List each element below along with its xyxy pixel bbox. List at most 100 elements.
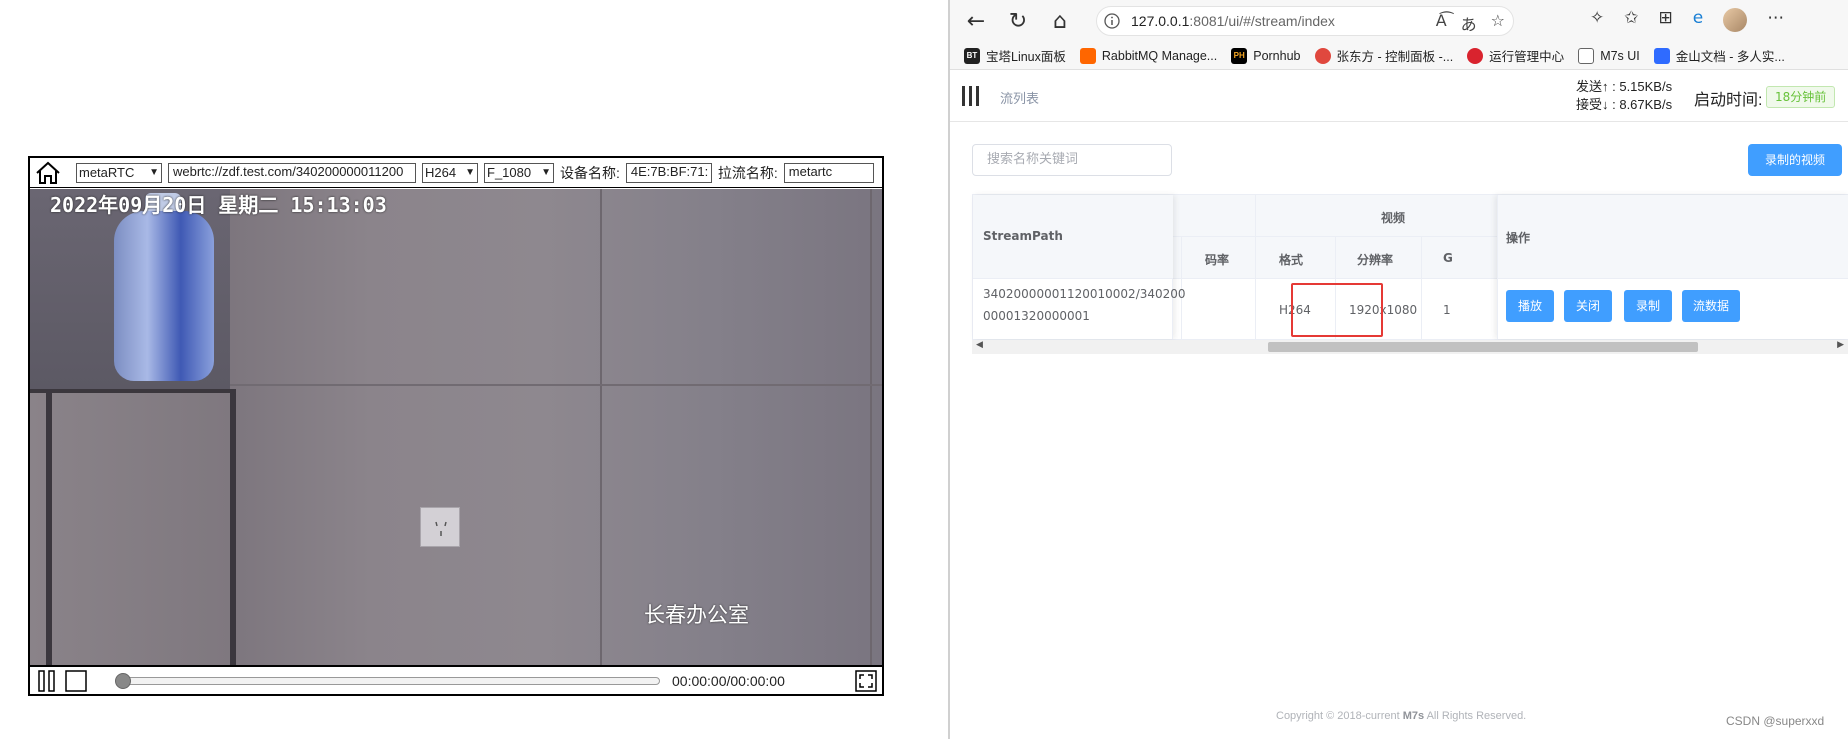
stream-name-input[interactable]: metartc — [783, 162, 874, 183]
play-button[interactable]: 播放 — [1506, 290, 1554, 322]
stream-table: 视频 码率 格式 分辨率 G H264 1920x1080 1 StreamPa… — [972, 194, 1848, 340]
bookmark-item[interactable]: 运行管理中心 — [1467, 46, 1564, 65]
stream-url-input[interactable]: webrtc://zdf.test.com/340200000011200 — [168, 162, 416, 183]
app-header: 流列表 发送↑ : 5.15KB/s 接受↓ : 8.67KB/s 启动时间: … — [950, 70, 1848, 122]
progress-knob[interactable] — [115, 672, 131, 689]
operations-column: 操作 播放 关闭 录制 流数据 — [1497, 195, 1848, 339]
bookmark-icon — [1314, 47, 1331, 64]
refresh-icon[interactable]: ↻ — [1002, 5, 1034, 37]
time-display: 00:00:00/00:00:00 — [672, 672, 785, 689]
info-icon[interactable] — [1097, 13, 1127, 29]
device-name-label: 设备名称: — [560, 164, 620, 181]
search-input[interactable]: 搜索名称关键词 — [972, 144, 1172, 176]
bookmark-item[interactable]: RabbitMQ Manage... — [1079, 47, 1217, 64]
url-path: :8081/ui/#/stream/index — [1189, 13, 1335, 29]
stream-data-button[interactable]: 流数据 — [1682, 290, 1740, 322]
page-icon — [1578, 47, 1595, 64]
footer-prefix: Copyright © 2018-current — [1276, 710, 1403, 722]
wall-seam — [230, 384, 882, 386]
edge-icon[interactable]: e — [1693, 8, 1703, 32]
bookmark-item[interactable]: BT 宝塔Linux面板 — [964, 46, 1066, 65]
bookmark-label: 张东方 - 控制面板 -... — [1336, 50, 1454, 64]
bookmark-icon — [1467, 47, 1484, 64]
cell-streampath-line2: 00001320000001 — [983, 309, 1090, 323]
quality-select[interactable]: F_1080 ▼ — [484, 162, 554, 183]
read-aloud-icon[interactable]: A͡ — [1436, 11, 1447, 35]
player-controls: 00:00:00/00:00:00 — [30, 665, 882, 694]
fullscreen-icon[interactable] — [854, 669, 878, 693]
water-bottle — [114, 211, 214, 381]
breadcrumb[interactable]: 流列表 — [1000, 88, 1039, 107]
home-icon[interactable] — [34, 159, 62, 187]
column-divider — [1255, 195, 1256, 339]
bookmark-item[interactable]: M7s UI — [1578, 47, 1640, 64]
avatar[interactable] — [1723, 8, 1748, 32]
toolbar-icons: ✧ ✩ ⊞ e ⋯ — [1590, 8, 1784, 32]
bookmark-label: 宝塔Linux面板 — [986, 50, 1066, 64]
bookmark-icon: BT — [964, 47, 980, 64]
cabinet — [30, 389, 230, 665]
pause-icon[interactable] — [35, 669, 59, 693]
bookmark-label: Pornhub — [1253, 48, 1301, 63]
url-actions: A͡ あ ☆ — [1436, 11, 1505, 35]
stream-name-label: 拉流名称: — [717, 164, 778, 181]
extensions-icon[interactable]: ✧ — [1590, 8, 1604, 32]
address-bar-row: ← ↻ ⌂ 127.0.0.1:8081/ui/#/stream/index A… — [950, 0, 1848, 42]
footer-brand: M7s — [1402, 710, 1425, 722]
bookmark-item[interactable]: PH Pornhub — [1231, 47, 1301, 64]
player-toolbar: metaRTC ▼ webrtc://zdf.test.com/340200000… — [30, 158, 882, 188]
osd-datetime: 2022年09月20日 星期二 15:13:03 — [50, 193, 387, 217]
more-icon[interactable]: ⋯ — [1767, 8, 1784, 32]
uptime-badge: 18分钟前 — [1766, 86, 1836, 108]
osd-location: 长春办公室 — [644, 603, 749, 627]
bookmark-icon — [1653, 47, 1670, 64]
chevron-down-icon: ▼ — [149, 167, 159, 178]
menu-toggle-icon[interactable] — [962, 86, 982, 106]
collections-icon[interactable]: ⊞ — [1659, 8, 1673, 32]
record-button[interactable]: 录制 — [1624, 290, 1672, 322]
favorite-star-icon[interactable]: ☆ — [1491, 11, 1505, 35]
bookmark-label: 金山文档 - 多人实... — [1675, 50, 1785, 64]
browser-window: ← ↻ ⌂ 127.0.0.1:8081/ui/#/stream/index A… — [950, 0, 1848, 739]
send-rate: 发送↑ : 5.15KB/s — [1576, 79, 1673, 94]
protocol-select[interactable]: metaRTC ▼ — [76, 162, 162, 183]
header-video-group: 视频 — [1381, 211, 1406, 225]
translate-icon[interactable]: あ — [1461, 11, 1477, 35]
streampath-column: StreamPath 34020000001120010002/340200 0… — [973, 195, 1186, 339]
header-operations: 操作 — [1506, 231, 1531, 245]
quality-select-value: F_1080 — [487, 165, 532, 180]
footer-copyright: Copyright © 2018-current M7s All Rights … — [1276, 710, 1526, 722]
bookmark-label: M7s UI — [1600, 48, 1640, 63]
codec-select[interactable]: H264 ▼ — [422, 162, 478, 183]
video-frame[interactable]: 2022年09月20日 星期二 15:13:03 长春办公室 — [30, 189, 882, 665]
url-field[interactable]: 127.0.0.1:8081/ui/#/stream/index A͡ あ ☆ — [1096, 6, 1514, 36]
home-icon[interactable]: ⌂ — [1044, 5, 1076, 37]
back-arrow-icon[interactable]: ← — [960, 5, 992, 37]
power-outlet — [420, 507, 460, 547]
chevron-down-icon: ▼ — [465, 167, 475, 178]
device-name-input[interactable]: 4E:7B:BF:71: — [625, 162, 712, 183]
stop-icon[interactable] — [64, 669, 88, 693]
close-button[interactable]: 关闭 — [1564, 290, 1612, 322]
highlight-box — [1291, 283, 1383, 337]
header-streampath: StreamPath — [983, 229, 1063, 243]
scrollbar-thumb[interactable] — [1268, 342, 1698, 352]
footer-suffix: All Rights Reserved. — [1424, 710, 1527, 722]
scroll-right-icon[interactable]: ▶ — [1837, 340, 1844, 350]
bookmark-icon: PH — [1231, 47, 1248, 64]
column-divider — [1421, 237, 1422, 339]
header-bitrate: 码率 — [1205, 253, 1230, 267]
codec-select-value: H264 — [425, 165, 457, 180]
horizontal-scrollbar[interactable]: ◀ ▶ — [972, 340, 1848, 354]
scroll-left-icon[interactable]: ◀ — [976, 340, 983, 350]
cell-streampath-line1: 34020000001120010002/340200 — [983, 287, 1186, 301]
bookmark-item[interactable]: 金山文档 - 多人实... — [1653, 46, 1785, 65]
bookmark-item[interactable]: 张东方 - 控制面板 -... — [1314, 46, 1454, 65]
recv-rate: 接受↓ : 8.67KB/s — [1576, 97, 1673, 112]
favorites-icon[interactable]: ✩ — [1624, 8, 1638, 32]
recorded-videos-button[interactable]: 录制的视频 — [1748, 144, 1842, 176]
header-format: 格式 — [1279, 253, 1304, 267]
traffic-stats: 发送↑ : 5.15KB/s 接受↓ : 8.67KB/s — [1576, 78, 1672, 114]
url-host: 127.0.0.1 — [1131, 13, 1190, 29]
progress-slider[interactable] — [115, 672, 660, 689]
